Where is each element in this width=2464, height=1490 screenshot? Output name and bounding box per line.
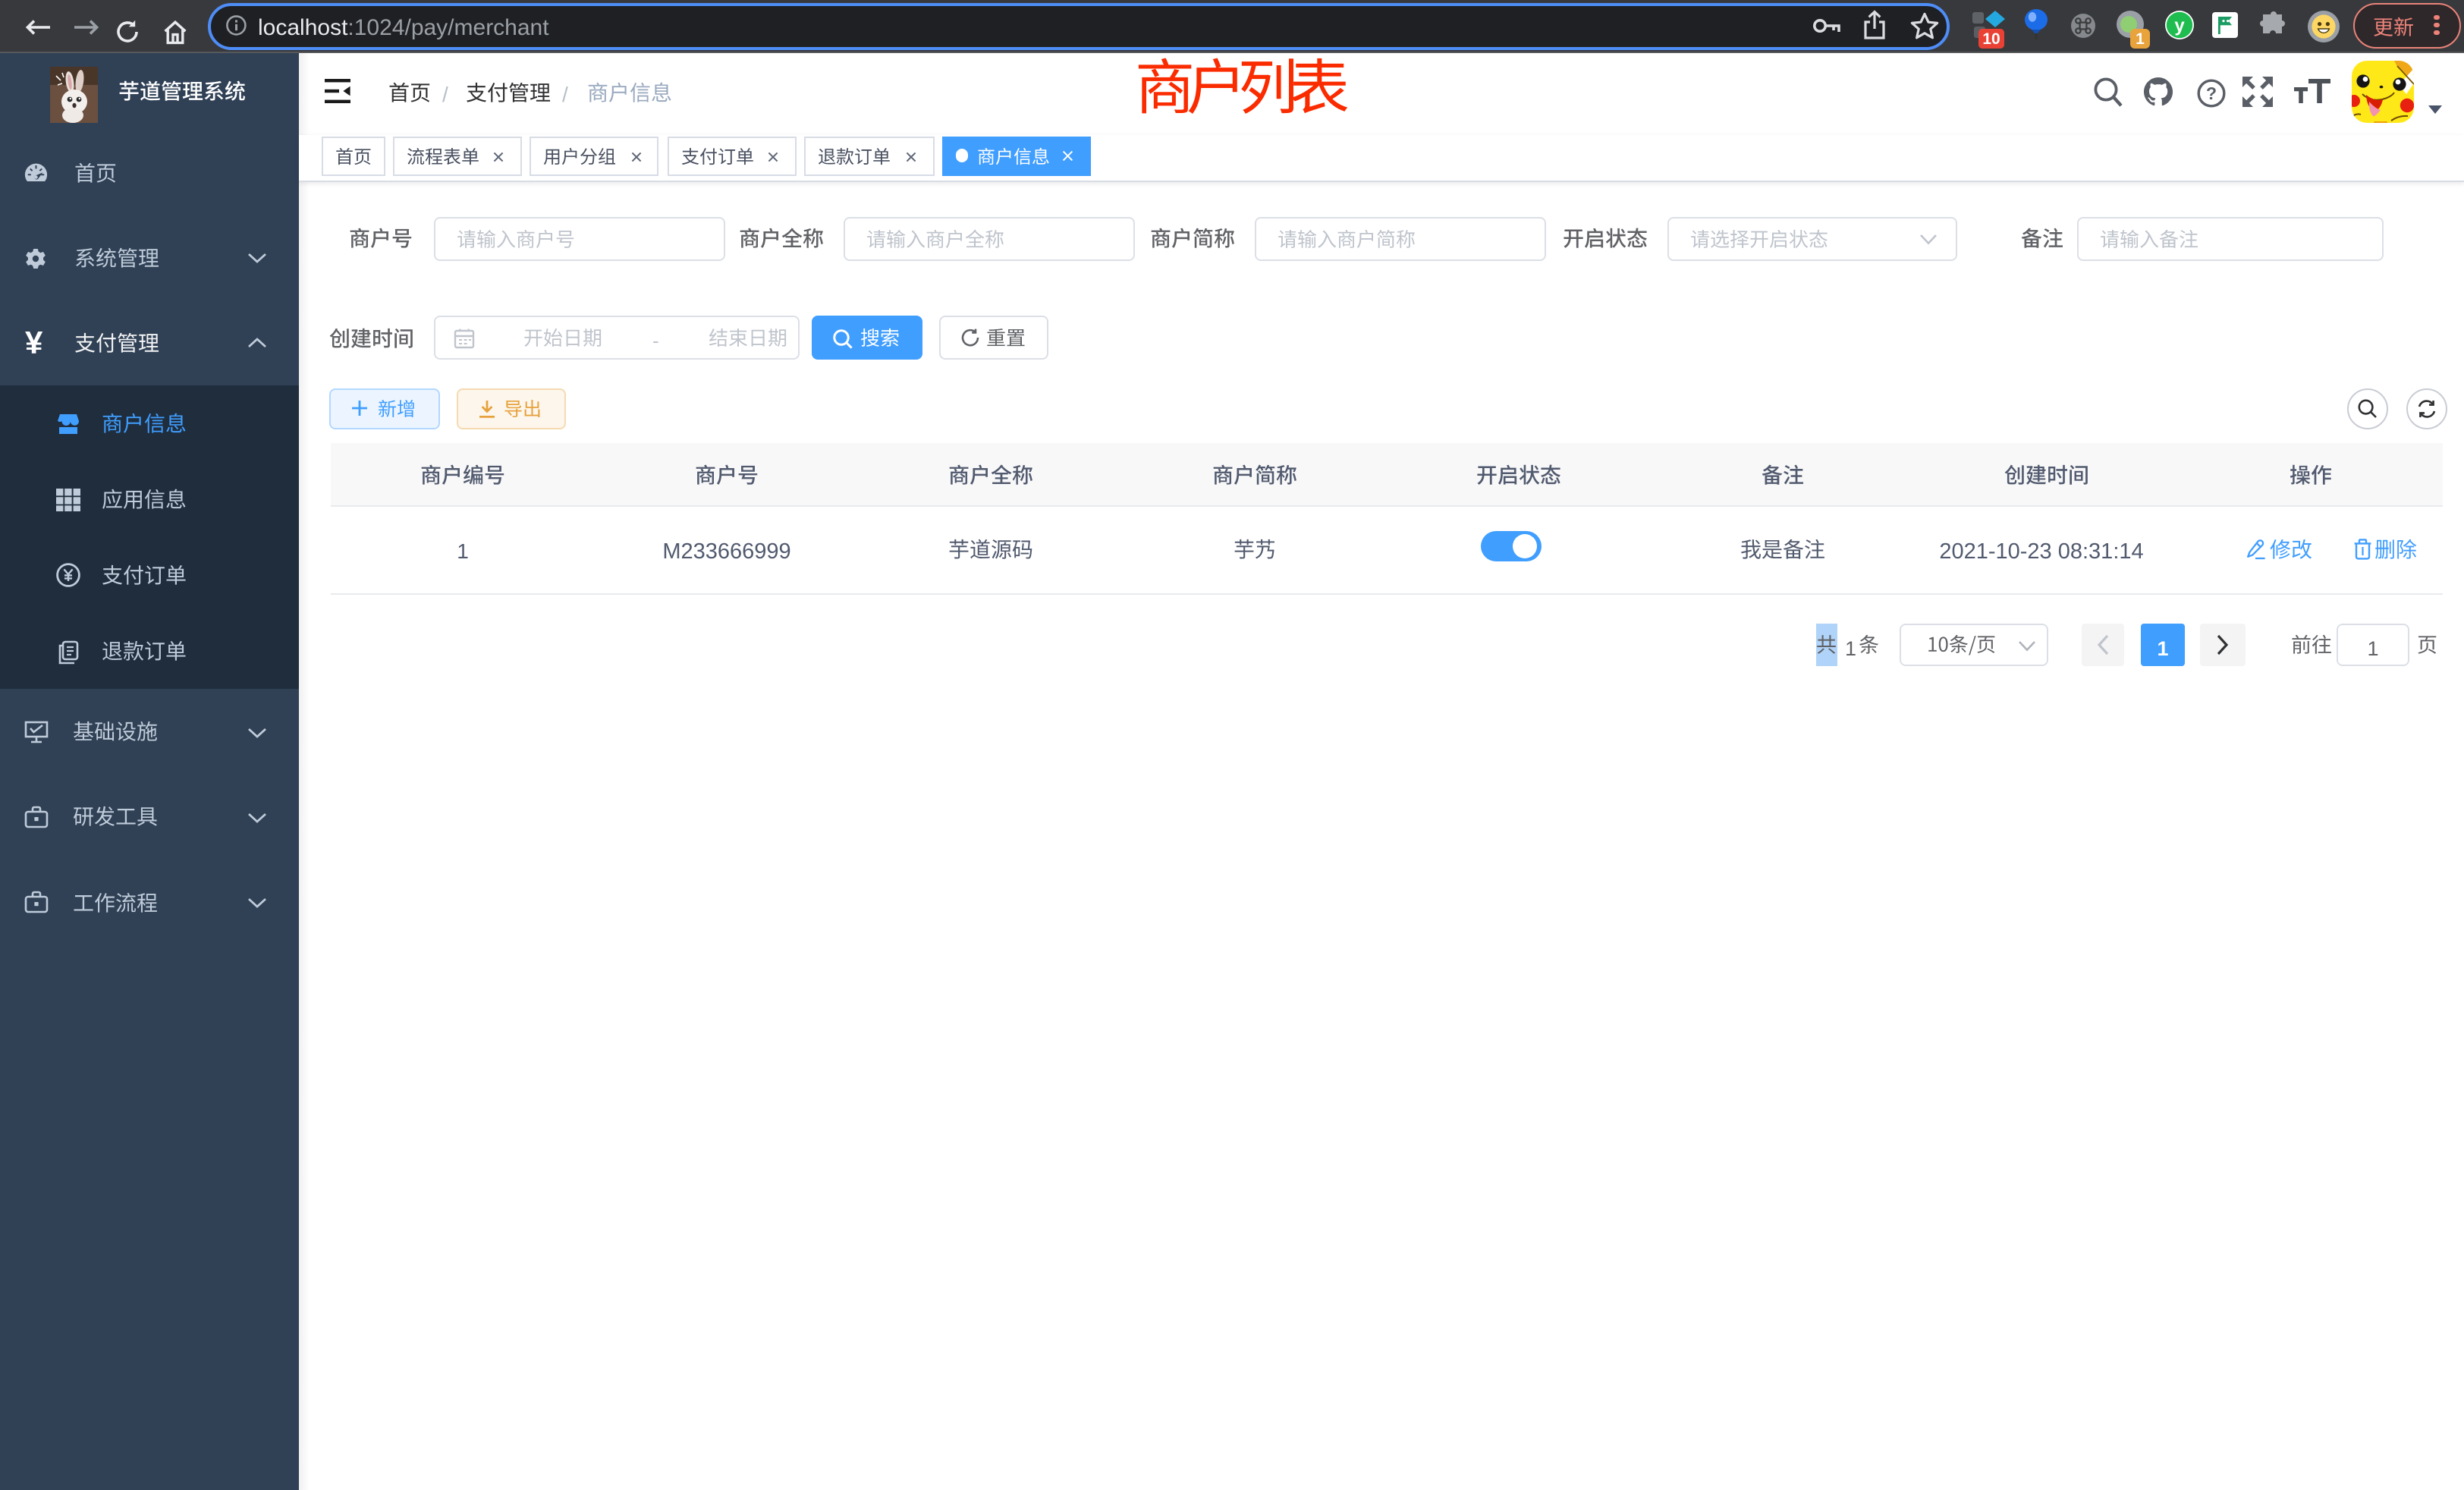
- svg-text:10: 10: [1982, 30, 2000, 48]
- svg-text:?: ?: [2206, 83, 2217, 102]
- svg-text:1: 1: [2136, 30, 2145, 48]
- svg-text:y: y: [2174, 16, 2185, 36]
